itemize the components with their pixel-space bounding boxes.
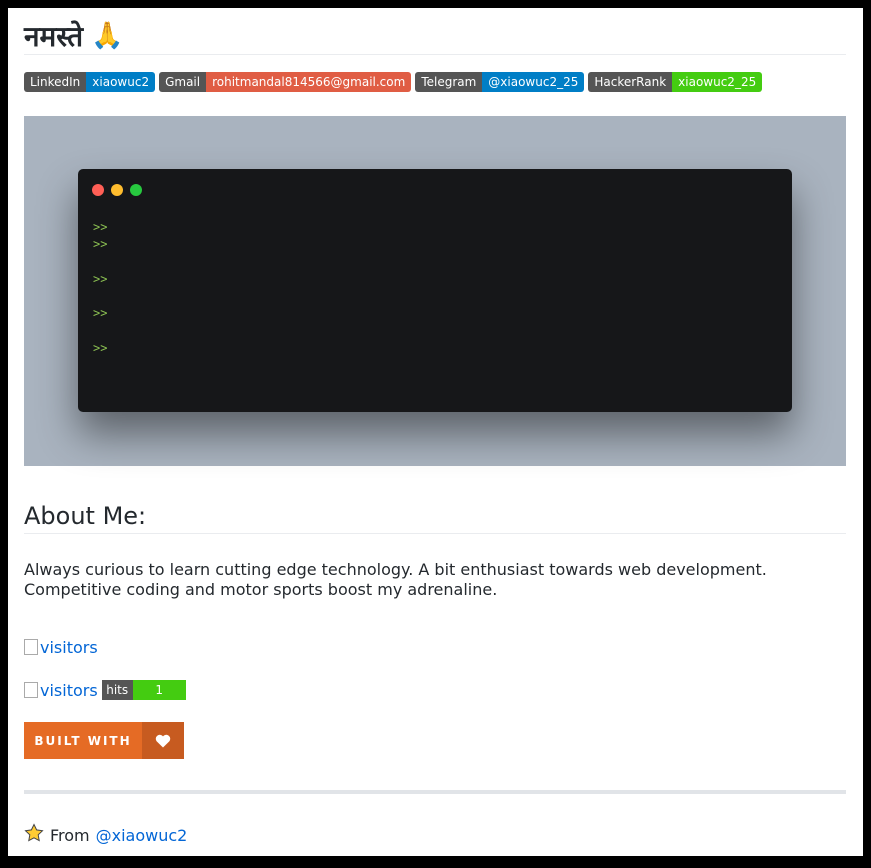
terminal-banner: >> >> >> >> >> (24, 116, 846, 466)
heart-icon (142, 722, 184, 759)
visitors-alt-text: visitors (40, 637, 98, 657)
linkedin-badge[interactable]: LinkedIn xiaowuc2 (24, 72, 156, 92)
contact-badges: LinkedIn xiaowuc2 Gmail rohitmandal81456… (24, 72, 846, 92)
hits-badge[interactable]: hits 1 (101, 680, 186, 700)
about-heading: About Me: (24, 502, 147, 530)
hackerrank-badge[interactable]: HackerRank xiaowuc2_25 (588, 72, 763, 92)
badge-value: xiaowuc2 (86, 72, 156, 92)
github-handle-link[interactable]: @xiaowuc2 (96, 826, 188, 845)
badge-value: rohitmandal814566@gmail.com (206, 72, 412, 92)
hits-label: hits (101, 680, 133, 700)
visitors-alt-text: visitors (40, 680, 98, 700)
readme-content: नमस्ते 🙏 LinkedIn xiaowuc2 Gmail rohitma… (24, 8, 846, 847)
broken-image-icon (24, 639, 38, 655)
terminal-prompt: >> (93, 341, 108, 355)
badge-label: LinkedIn (24, 72, 87, 92)
badge-label: Telegram (415, 72, 483, 92)
footer-divider (24, 790, 846, 794)
broken-image-icon (24, 682, 38, 698)
visitors-badge-1[interactable]: visitors (24, 636, 846, 658)
title-divider (24, 54, 846, 55)
star-icon (24, 823, 44, 847)
visitors-badge-2[interactable]: visitors (24, 681, 98, 700)
terminal-prompt: >> (93, 306, 108, 320)
hits-count: 1 (132, 680, 186, 700)
maximize-dot-icon (130, 184, 142, 196)
badge-label: HackerRank (588, 72, 673, 92)
about-divider (24, 533, 846, 534)
visitors-row: visitors hits 1 (24, 678, 846, 702)
terminal-window: >> >> >> >> >> (78, 169, 792, 412)
telegram-badge[interactable]: Telegram @xiaowuc2_25 (415, 72, 585, 92)
badge-label: Gmail (159, 72, 207, 92)
badge-value: xiaowuc2_25 (672, 72, 763, 92)
badge-value: @xiaowuc2_25 (482, 72, 585, 92)
page-frame: नमस्ते 🙏 LinkedIn xiaowuc2 Gmail rohitma… (8, 8, 863, 856)
from-label: From (50, 825, 90, 845)
page-title: नमस्ते 🙏 (24, 8, 846, 54)
title-text: नमस्ते (24, 20, 84, 53)
terminal-prompt: >> (93, 272, 108, 286)
terminal-prompt: >> (93, 220, 108, 234)
footer-credit: From @xiaowuc2 (24, 823, 846, 847)
built-with-badge[interactable]: BUILT WITH (24, 722, 184, 759)
about-text: Always curious to learn cutting edge tec… (24, 560, 767, 599)
folded-hands-icon: 🙏 (91, 21, 124, 51)
minimize-dot-icon (111, 184, 123, 196)
built-with-label: BUILT WITH (24, 722, 142, 759)
gmail-badge[interactable]: Gmail rohitmandal814566@gmail.com (159, 72, 412, 92)
close-dot-icon (92, 184, 104, 196)
terminal-prompt: >> (93, 237, 108, 251)
